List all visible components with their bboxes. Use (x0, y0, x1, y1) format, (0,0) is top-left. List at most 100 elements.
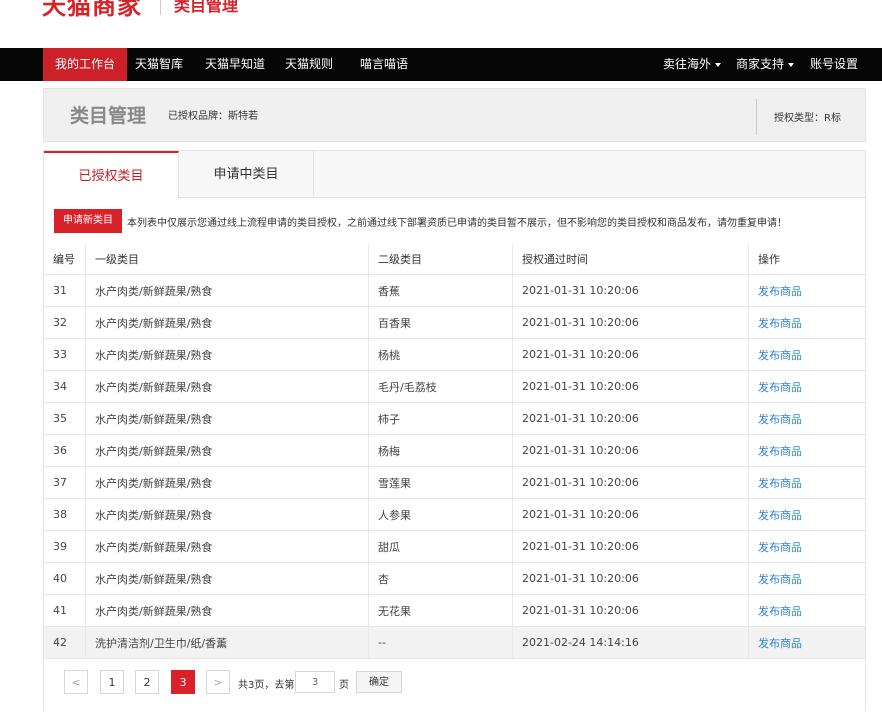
nav-item-sell-overseas-label: 卖往海外 (663, 57, 712, 71)
nav-item-account-settings[interactable]: 账号设置 (798, 48, 870, 81)
table-row: 42 洗护清洁剂/卫生巾/纸/香薰 -- 2021-02-24 14:14:16… (44, 626, 865, 659)
column-header-level2-category: 二级类目 (368, 244, 513, 275)
caret-down-icon (788, 62, 795, 67)
cell-approval-time: 2021-01-31 10:20:06 (512, 562, 749, 595)
cell-level2-category: 雪莲果 (368, 466, 513, 499)
nav-item-sell-overseas[interactable]: 卖往海外 (651, 48, 733, 81)
cell-level1-category: 水产肉类/新鲜蔬果/熟食 (85, 338, 369, 371)
tab-bar: 已授权类目 申请中类目 (44, 151, 865, 198)
authorization-type: 授权类型：R标 (774, 113, 841, 124)
cell-number: 35 (44, 402, 86, 435)
cell-approval-time: 2021-01-31 10:20:06 (512, 498, 749, 531)
page-1-button[interactable]: 1 (100, 670, 124, 694)
page-2-button[interactable]: 2 (135, 670, 159, 694)
authorized-brand: 已授权品牌：斯特若 (168, 111, 258, 122)
header-subtitle: 类目管理 (174, 0, 239, 15)
apply-new-category-button[interactable]: 申请新类目 (54, 209, 122, 233)
pagination: < 1 2 3 > 共3页，去第 页 确定 (44, 659, 865, 712)
publish-product-link[interactable]: 发布商品 (758, 637, 802, 650)
cell-approval-time: 2021-02-24 14:14:16 (512, 626, 749, 659)
column-header-approval-time: 授权通过时间 (512, 244, 749, 275)
table-row: 32 水产肉类/新鲜蔬果/熟食 百香果 2021-01-31 10:20:06 … (44, 306, 865, 339)
top-navigation: 我的工作台 天猫智库 天猫早知道 天猫规则 喵言喵语 卖往海外 商家支持 账号设… (0, 48, 882, 81)
cell-level2-category: 杏 (368, 562, 513, 595)
header-divider (160, 0, 161, 15)
cell-level2-category: -- (368, 626, 513, 659)
cell-level1-category: 洗护清洁剂/卫生巾/纸/香薰 (85, 626, 369, 659)
cell-level2-category: 毛丹/毛荔枝 (368, 370, 513, 403)
cell-level2-category: 无花果 (368, 594, 513, 627)
column-header-level1-category: 一级类目 (85, 244, 369, 275)
cell-level2-category: 香蕉 (368, 274, 513, 307)
brand-header: 天猫商家 类目管理 (0, 0, 882, 48)
table-row: 39 水产肉类/新鲜蔬果/熟食 甜瓜 2021-01-31 10:20:06 发… (44, 530, 865, 563)
table-header-row: 编号 一级类目 二级类目 授权通过时间 操作 (44, 244, 865, 275)
page-unit-text: 页 (339, 680, 349, 691)
cell-level2-category: 柿子 (368, 402, 513, 435)
cell-level1-category: 水产肉类/新鲜蔬果/熟食 (85, 402, 369, 435)
cell-number: 36 (44, 434, 86, 467)
cell-number: 39 (44, 530, 86, 563)
tab-pending-categories[interactable]: 申请中类目 (179, 151, 314, 197)
next-page-button[interactable]: > (206, 670, 230, 694)
notice-bar: 申请新类目 本列表中仅展示您通过线上流程申请的类目授权，之前通过线下部署资质已申… (44, 198, 865, 244)
publish-product-link[interactable]: 发布商品 (758, 317, 802, 330)
cell-number: 31 (44, 274, 86, 307)
cell-level1-category: 水产肉类/新鲜蔬果/熟食 (85, 562, 369, 595)
nav-item-miaoyan[interactable]: 喵言喵语 (348, 48, 420, 81)
cell-level2-category: 百香果 (368, 306, 513, 339)
nav-item-tmall-rules[interactable]: 天猫规则 (273, 48, 345, 81)
nav-item-workbench[interactable]: 我的工作台 (43, 48, 128, 81)
cell-number: 37 (44, 466, 86, 499)
column-header-action: 操作 (748, 244, 865, 275)
nav-item-tmall-zhiku[interactable]: 天猫智库 (123, 48, 195, 81)
cell-approval-time: 2021-01-31 10:20:06 (512, 274, 749, 307)
publish-product-link[interactable]: 发布商品 (758, 445, 802, 458)
page-title: 类目管理 (70, 105, 147, 127)
cell-approval-time: 2021-01-31 10:20:06 (512, 594, 749, 627)
publish-product-link[interactable]: 发布商品 (758, 573, 802, 586)
category-header: 类目管理 已授权品牌：斯特若 授权类型：R标 (43, 88, 866, 142)
cell-level1-category: 水产肉类/新鲜蔬果/熟食 (85, 466, 369, 499)
cell-level1-category: 水产肉类/新鲜蔬果/熟食 (85, 434, 369, 467)
column-header-number: 编号 (44, 244, 86, 275)
table-row: 34 水产肉类/新鲜蔬果/熟食 毛丹/毛荔枝 2021-01-31 10:20:… (44, 370, 865, 403)
table-row: 33 水产肉类/新鲜蔬果/熟食 杨桃 2021-01-31 10:20:06 发… (44, 338, 865, 371)
table-row: 31 水产肉类/新鲜蔬果/熟食 香蕉 2021-01-31 10:20:06 发… (44, 274, 865, 307)
cell-approval-time: 2021-01-31 10:20:06 (512, 434, 749, 467)
publish-product-link[interactable]: 发布商品 (758, 605, 802, 618)
publish-product-link[interactable]: 发布商品 (758, 349, 802, 362)
publish-product-link[interactable]: 发布商品 (758, 477, 802, 490)
confirm-page-button[interactable]: 确定 (356, 671, 402, 693)
cell-number: 33 (44, 338, 86, 371)
cell-level1-category: 水产肉类/新鲜蔬果/熟食 (85, 498, 369, 531)
cell-number: 41 (44, 594, 86, 627)
header-separator (756, 99, 757, 135)
nav-item-tmall-zaozhidao[interactable]: 天猫早知道 (193, 48, 277, 81)
cell-number: 42 (44, 626, 86, 659)
cell-level2-category: 杨桃 (368, 338, 513, 371)
publish-product-link[interactable]: 发布商品 (758, 509, 802, 522)
table-row: 37 水产肉类/新鲜蔬果/熟食 雪莲果 2021-01-31 10:20:06 … (44, 466, 865, 499)
cell-level1-category: 水产肉类/新鲜蔬果/熟食 (85, 594, 369, 627)
publish-product-link[interactable]: 发布商品 (758, 413, 802, 426)
publish-product-link[interactable]: 发布商品 (758, 285, 802, 298)
tab-authorized-categories[interactable]: 已授权类目 (44, 151, 179, 198)
cell-level2-category: 人参果 (368, 498, 513, 531)
tmall-merchant-logo[interactable]: 天猫商家 (42, 0, 142, 21)
jump-to-page-input[interactable] (295, 671, 335, 693)
cell-level1-category: 水产肉类/新鲜蔬果/熟食 (85, 370, 369, 403)
publish-product-link[interactable]: 发布商品 (758, 541, 802, 554)
publish-product-link[interactable]: 发布商品 (758, 381, 802, 394)
cell-level2-category: 甜瓜 (368, 530, 513, 563)
cell-approval-time: 2021-01-31 10:20:06 (512, 530, 749, 563)
prev-page-button[interactable]: < (64, 670, 88, 694)
nav-item-merchant-support-label: 商家支持 (736, 57, 785, 71)
notice-text: 本列表中仅展示您通过线上流程申请的类目授权，之前通过线下部署资质已申请的类目暂不… (127, 218, 787, 229)
category-panel: 已授权类目 申请中类目 申请新类目 本列表中仅展示您通过线上流程申请的类目授权，… (43, 150, 866, 712)
cell-approval-time: 2021-01-31 10:20:06 (512, 370, 749, 403)
caret-down-icon (715, 62, 722, 67)
nav-item-merchant-support[interactable]: 商家支持 (724, 48, 806, 81)
page-3-button-current[interactable]: 3 (171, 670, 195, 694)
cell-approval-time: 2021-01-31 10:20:06 (512, 402, 749, 435)
